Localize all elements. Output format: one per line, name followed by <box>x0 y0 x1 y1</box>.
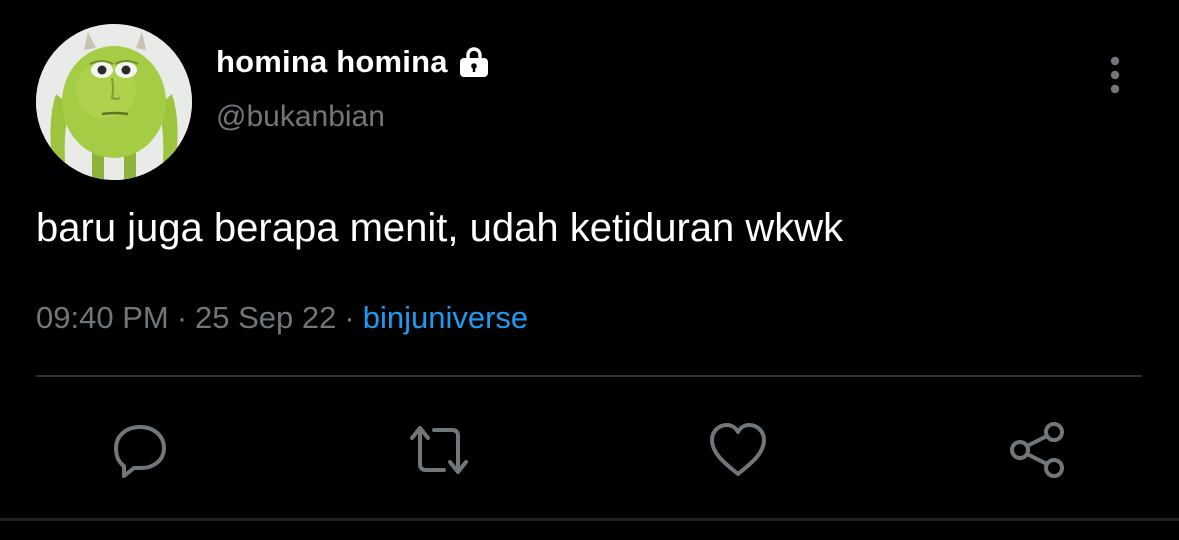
meta-separator: · <box>344 300 355 335</box>
more-vertical-icon[interactable] <box>1098 52 1132 98</box>
tweet-time: 09:40 PM <box>36 300 169 335</box>
divider <box>36 375 1142 377</box>
meta-separator: · <box>176 300 188 335</box>
lock-icon <box>456 44 492 80</box>
tweet-date: 25 Sep 22 <box>195 300 337 335</box>
bottom-border <box>0 518 1179 521</box>
username-handle[interactable]: @bukanbian <box>216 100 385 134</box>
reply-icon[interactable] <box>110 420 170 480</box>
tweet-text: baru juga berapa menit, udah ketiduran w… <box>36 206 844 250</box>
author-row: homina homina <box>216 42 492 82</box>
retweet-icon[interactable] <box>408 420 468 480</box>
heart-icon[interactable] <box>708 420 768 480</box>
share-icon[interactable] <box>1006 420 1066 480</box>
display-name[interactable]: homina homina <box>216 44 448 80</box>
tweet-source-link[interactable]: binjuniverse <box>363 300 528 335</box>
tweet-meta: 09:40 PM · 25 Sep 22 · binjuniverse <box>36 300 528 336</box>
avatar[interactable] <box>36 24 192 180</box>
